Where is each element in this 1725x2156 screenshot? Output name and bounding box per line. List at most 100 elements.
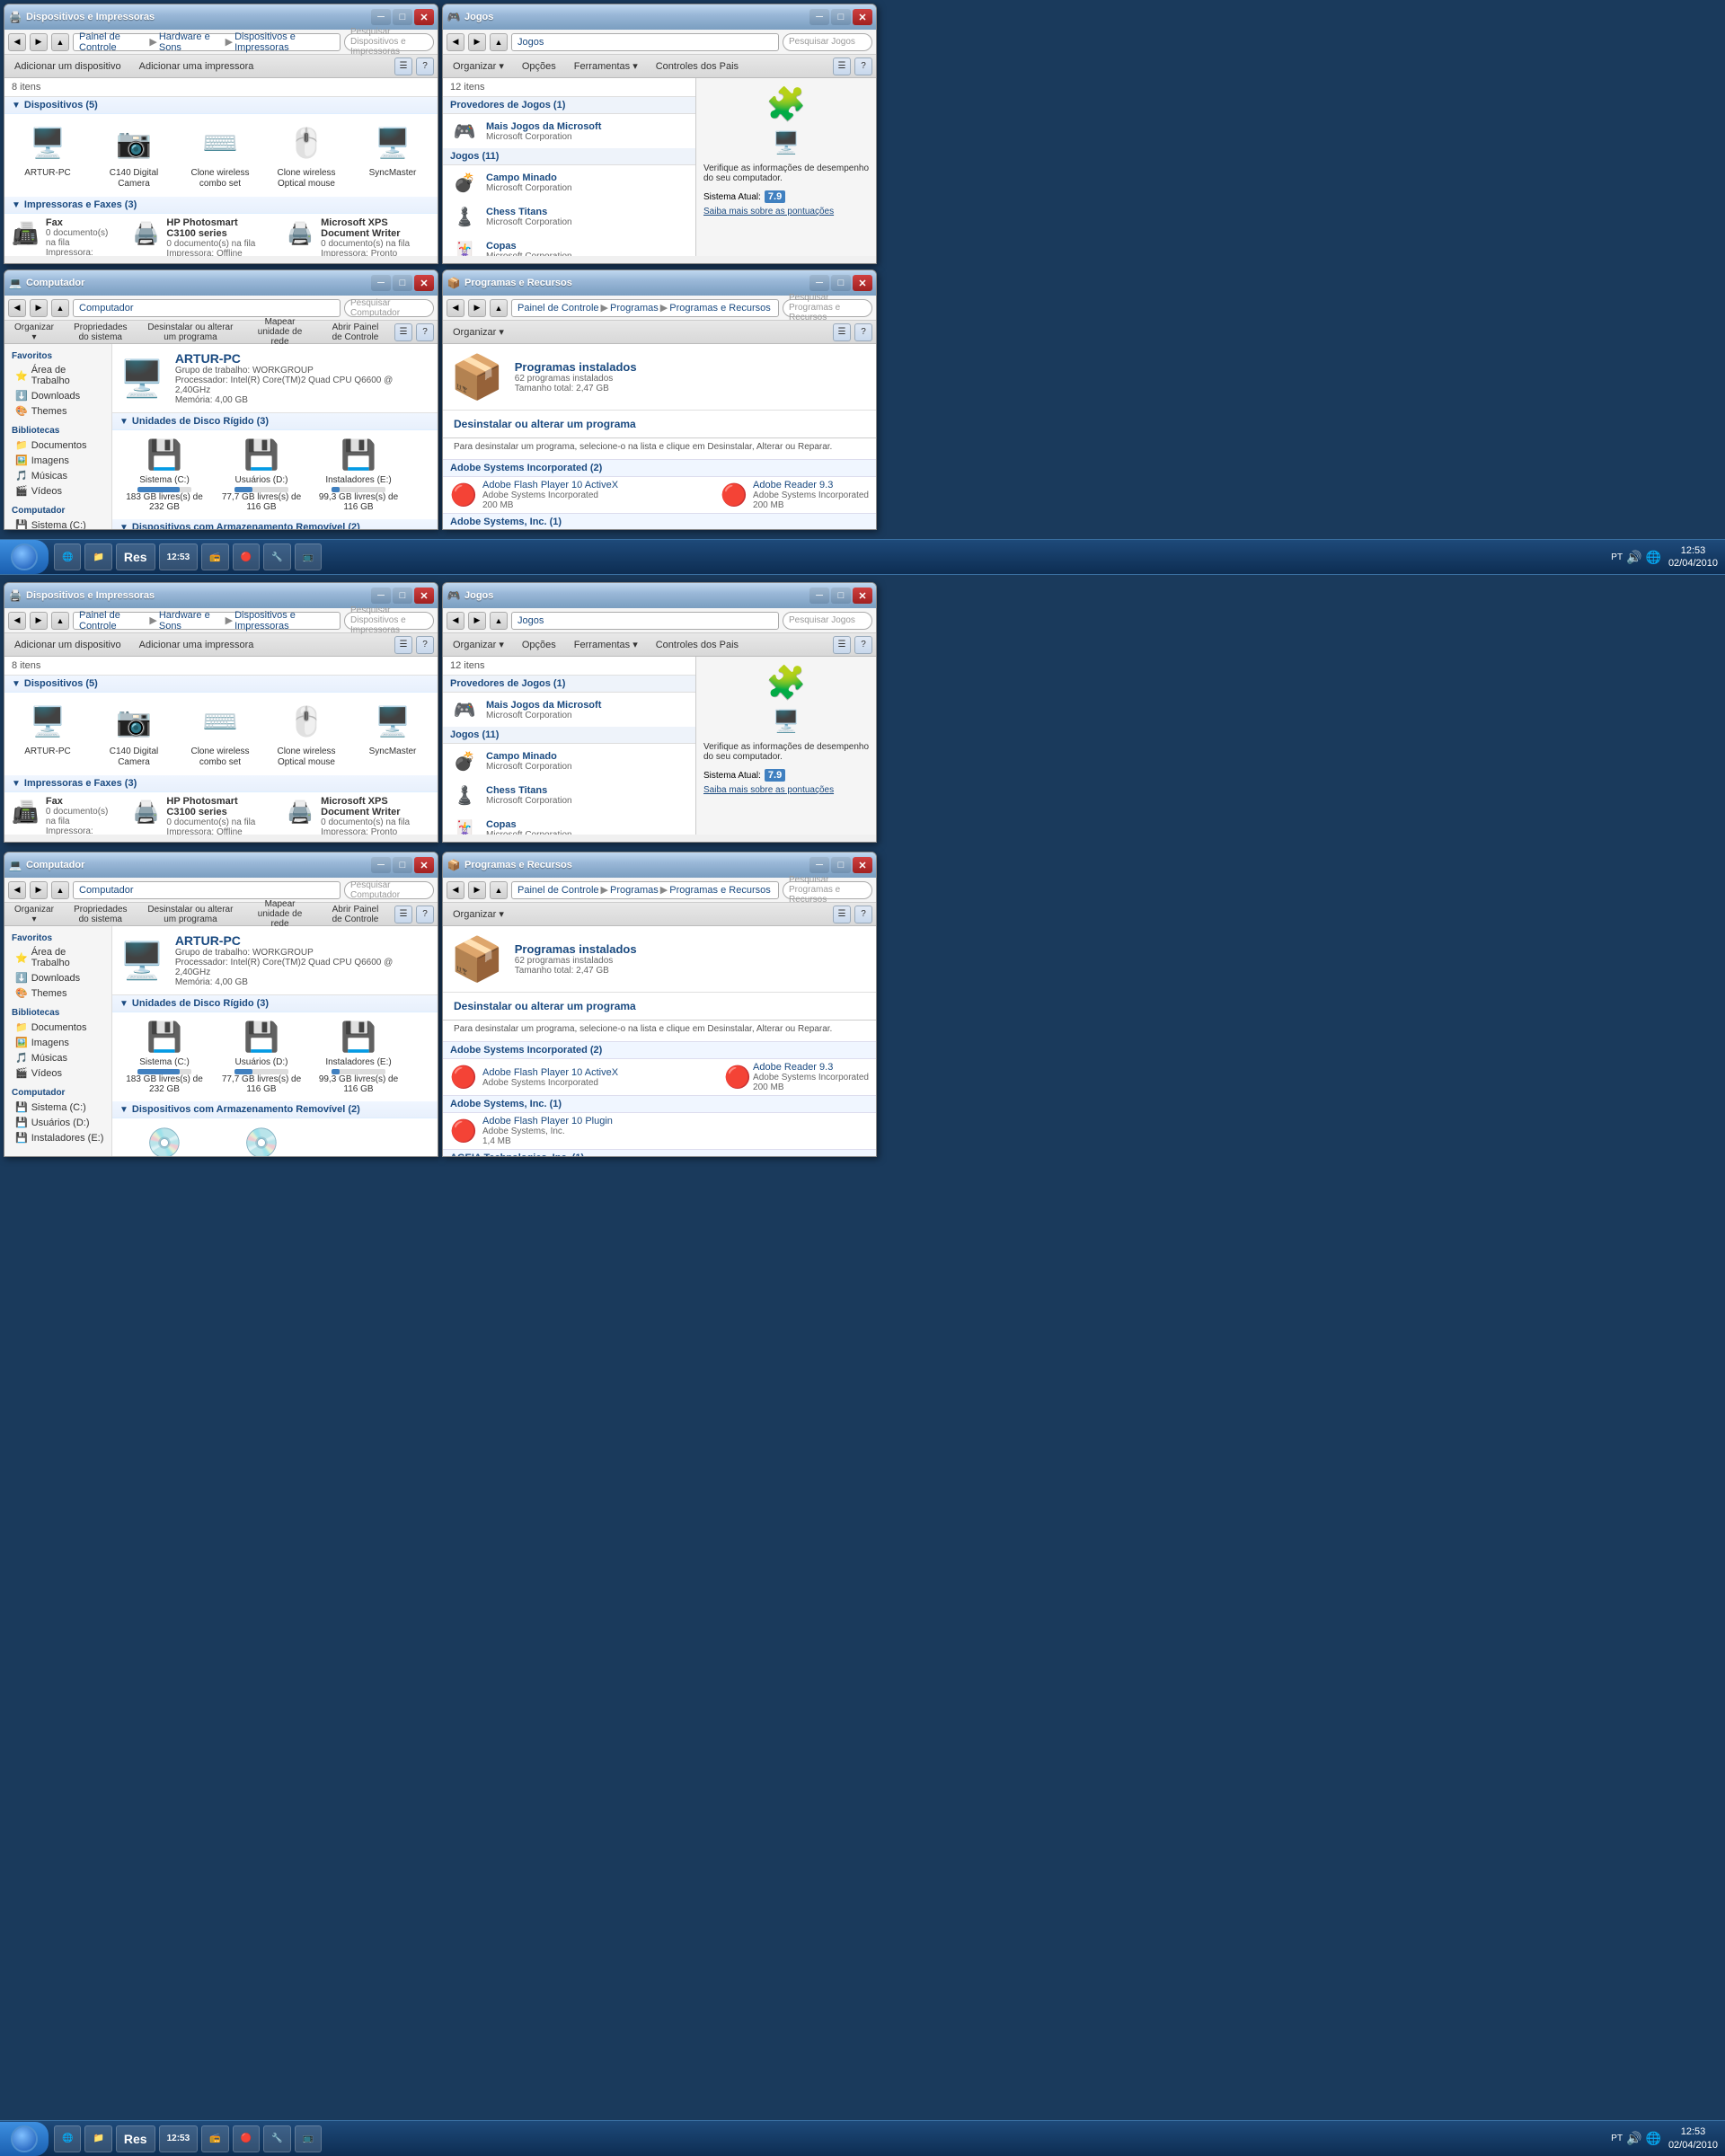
device-camera[interactable]: 📷 C140 Digital Camera	[98, 121, 170, 190]
back-button[interactable]: ◀	[8, 33, 26, 51]
nav-images-bot[interactable]: 🖼️Imagens	[4, 1035, 111, 1050]
devices-window-bottom[interactable]: 🖨️ Dispositivos e Impressoras ─ □ ✕ ◀ ▶ …	[4, 582, 438, 843]
nav-system-c[interactable]: 💾Sistema (C:)	[4, 517, 111, 530]
options-button[interactable]: Opções	[516, 58, 562, 75]
printer-fax[interactable]: 📠 Fax 0 documento(s) na fila Impressora:…	[12, 217, 430, 256]
uninstall-button[interactable]: Desinstalar ou alterar um programa	[141, 320, 240, 345]
forward-button[interactable]: ▶	[468, 881, 486, 899]
address-input[interactable]: Jogos	[511, 33, 779, 51]
address-input[interactable]: Painel de Controle ▶ Hardware e Sons ▶ D…	[73, 612, 341, 630]
view-button[interactable]: ☰	[833, 57, 851, 75]
taskbar-opera-mid[interactable]: 🔴	[233, 543, 260, 570]
adobe-inc-header-bot[interactable]: Adobe Systems, Inc. (1)	[443, 1095, 876, 1113]
drive-c-bot[interactable]: 💾 Sistema (C:) 183 GB livres(s) de 232 G…	[119, 1016, 209, 1098]
drive-d[interactable]: 💾 Usuários (D:) 77,7 GB livres(s) de 116…	[217, 434, 306, 516]
maximize-button[interactable]: □	[393, 588, 412, 604]
address-input[interactable]: Painel de Controle ▶ Programas ▶ Program…	[511, 299, 779, 317]
programs-list-bot[interactable]: Adobe Systems Incorporated (2) 🔴 Adobe F…	[443, 1041, 876, 1157]
adobe-systems-header-bot[interactable]: Adobe Systems Incorporated (2)	[443, 1041, 876, 1059]
up-button[interactable]: ▲	[51, 881, 69, 899]
taskbar-res-bottom[interactable]: Res	[116, 2125, 155, 2152]
organize-btn-cbot[interactable]: Organizar ▾	[8, 902, 60, 927]
drive-f-bot[interactable]: 💿 Unidade de DVD-RW (F:)	[119, 1122, 209, 1157]
nav-themes-bot[interactable]: 🎨Themes	[4, 985, 111, 1001]
adobe-systems-header[interactable]: Adobe Systems Incorporated (2)	[443, 459, 876, 477]
device-combo-bot[interactable]: ⌨️ Clone wireless combo set	[184, 700, 256, 768]
prog-flash-activex[interactable]: 🔴 Adobe Flash Player 10 ActiveX Adobe Sy…	[443, 477, 876, 513]
maximize-button[interactable]: □	[393, 857, 412, 873]
start-button-mid[interactable]	[0, 540, 49, 574]
maximize-button[interactable]: □	[831, 275, 851, 291]
tools-button[interactable]: Ferramentas ▾	[568, 57, 644, 75]
programs-window-bottom[interactable]: 📦 Programas e Recursos ─ □ ✕ ◀ ▶ ▲ Paine…	[442, 852, 877, 1157]
maximize-button[interactable]: □	[393, 9, 412, 25]
forward-button[interactable]: ▶	[30, 881, 48, 899]
devices-window-top[interactable]: 🖨️ Dispositivos e Impressoras ─ □ ✕ ◀ ▶ …	[4, 4, 438, 264]
window-controls[interactable]: ─ □ ✕	[809, 857, 872, 873]
programs-window-top[interactable]: 📦 Programas e Recursos ─ □ ✕ ◀ ▶ ▲ Paine…	[442, 270, 877, 530]
uninstall-btn-cbot[interactable]: Desinstalar ou alterar um programa	[141, 902, 240, 927]
search-input[interactable]: Pesquisar Computador	[344, 881, 434, 899]
nav-install-e-bot[interactable]: 💾Instaladores (E:)	[4, 1130, 111, 1145]
window-controls[interactable]: ─ □ ✕	[809, 275, 872, 291]
view-btn-bot[interactable]: ☰	[833, 636, 851, 654]
taskbar-ie-bottom[interactable]: 🌐	[54, 2125, 81, 2152]
nav-music-bot[interactable]: 🎵Músicas	[4, 1050, 111, 1065]
start-button-bottom[interactable]	[0, 2122, 49, 2156]
minimize-button[interactable]: ─	[809, 588, 829, 604]
close-button[interactable]: ✕	[853, 9, 872, 25]
chess-bot[interactable]: ♟️ Chess Titans Microsoft Corporation	[443, 778, 695, 812]
help-button[interactable]: ?	[416, 323, 434, 341]
options-btn-bot[interactable]: Opções	[516, 637, 562, 653]
help-btn-bot[interactable]: ?	[854, 636, 872, 654]
address-input[interactable]: Painel de Controle ▶ Hardware e Sons ▶ D…	[73, 33, 341, 51]
nav-desktop-bot[interactable]: ⭐Área de Trabalho	[4, 945, 111, 970]
organize-btn-pbot[interactable]: Organizar ▾	[447, 906, 510, 923]
view-button[interactable]: ☰	[833, 323, 851, 341]
maximize-button[interactable]: □	[831, 857, 851, 873]
drive-g-bot[interactable]: 💿 Unidade de BD-ROM (G:)	[217, 1122, 306, 1157]
forward-button[interactable]: ▶	[468, 612, 486, 630]
nav-documents[interactable]: 📁Documentos	[4, 437, 111, 453]
view-button[interactable]: ☰	[394, 323, 412, 341]
game-chess[interactable]: ♟️ Chess Titans Microsoft Corporation	[443, 199, 695, 234]
window-controls[interactable]: ─ □ ✕	[809, 9, 872, 25]
search-input[interactable]: Pesquisar Dispositivos e Impressoras	[344, 33, 434, 51]
window-controls[interactable]: ─ □ ✕	[371, 9, 434, 25]
tools-btn-bot[interactable]: Ferramentas ▾	[568, 636, 644, 653]
taskbar-tools-bottom[interactable]: 🔧	[263, 2125, 290, 2152]
help-button[interactable]: ?	[854, 323, 872, 341]
help-button[interactable]: ?	[416, 57, 434, 75]
prog-flash-plugin-bot[interactable]: 🔴 Adobe Flash Player 10 Plugin Adobe Sys…	[443, 1113, 876, 1149]
nav-videos[interactable]: 🎬Vídeos	[4, 483, 111, 499]
forward-button[interactable]: ▶	[468, 33, 486, 51]
search-input[interactable]: Pesquisar Dispositivos e Impressoras	[344, 612, 434, 630]
view-button[interactable]: ☰	[394, 57, 412, 75]
device-artur-pc[interactable]: 🖥️ ARTUR-PC	[12, 121, 84, 190]
games-list[interactable]: 12 itens Provedores de Jogos (1) 🎮 Mais …	[443, 78, 696, 256]
taskbar-explorer-mid[interactable]: 📁	[84, 543, 111, 570]
up-button[interactable]: ▲	[490, 33, 508, 51]
search-input[interactable]: Pesquisar Computador	[344, 299, 434, 317]
close-button[interactable]: ✕	[414, 588, 434, 604]
minimize-button[interactable]: ─	[809, 857, 829, 873]
scores-link-bot[interactable]: Saiba mais sobre as pontuações	[703, 785, 869, 795]
computer-window-top[interactable]: 💻 Computador ─ □ ✕ ◀ ▶ ▲ Computador Pesq…	[4, 270, 438, 530]
open-panel-btn-bot[interactable]: Abrir Painel de Controle	[320, 902, 391, 927]
back-button[interactable]: ◀	[8, 299, 26, 317]
nav-downloads-bot[interactable]: ⬇️Downloads	[4, 970, 111, 985]
up-button[interactable]: ▲	[490, 881, 508, 899]
search-input[interactable]: Pesquisar Programas e Recursos	[783, 299, 872, 317]
parental-controls-button[interactable]: Controles dos Pais	[650, 58, 745, 75]
taskbar-clock-mid[interactable]: 12:53	[159, 543, 199, 570]
forward-button[interactable]: ▶	[468, 299, 486, 317]
close-button[interactable]: ✕	[853, 588, 872, 604]
nav-system-c-bot[interactable]: 💾Sistema (C:)	[4, 1100, 111, 1115]
nav-desktop[interactable]: ⭐Área de Trabalho	[4, 363, 111, 388]
add-printer-button[interactable]: Adicionar uma impressora	[133, 637, 261, 653]
up-button[interactable]: ▲	[51, 612, 69, 630]
maximize-button[interactable]: □	[831, 588, 851, 604]
minimize-button[interactable]: ─	[809, 275, 829, 291]
device-mouse-bot[interactable]: 🖱️ Clone wireless Optical mouse	[270, 700, 342, 768]
taskbar-app1-mid[interactable]: Res	[116, 543, 155, 570]
